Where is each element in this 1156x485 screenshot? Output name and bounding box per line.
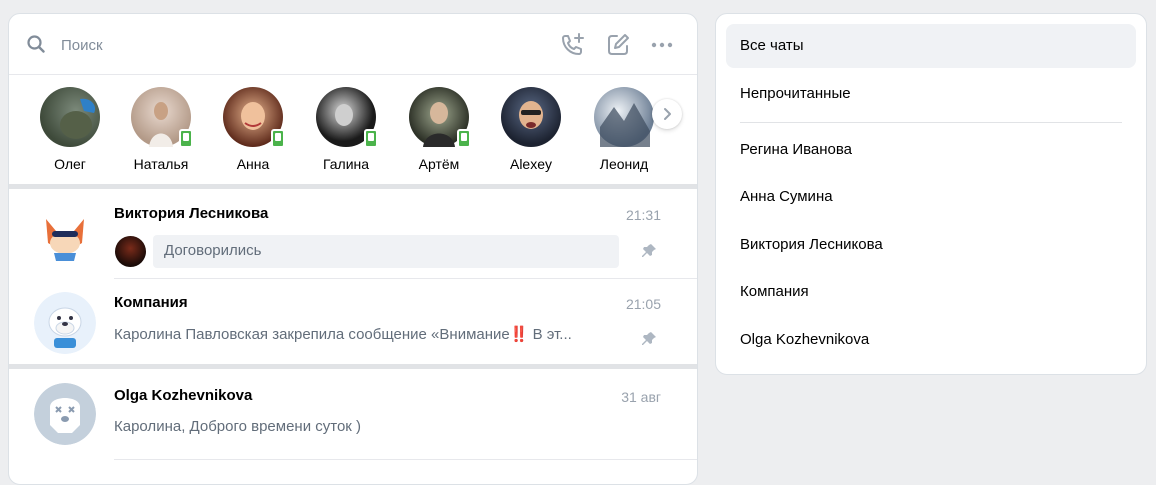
sidebar-item-chat[interactable]: Olga Kozhevnikova bbox=[726, 318, 1136, 362]
sidebar-item-chat[interactable]: Виктория Лесникова bbox=[726, 223, 1136, 267]
online-mobile-badge bbox=[457, 129, 471, 148]
story-name: Артём bbox=[418, 156, 460, 172]
conversation-item[interactable]: Olga Kozhevnikova 31 авг Каролина, Добро… bbox=[9, 369, 697, 464]
stories-row: Олег Наталья Анна Галина Артём Alexey Ле… bbox=[9, 75, 697, 183]
conversation-item[interactable]: Компания 21:05 Каролина Павловская закре… bbox=[9, 279, 697, 362]
conversation-name: Виктория Лесникова bbox=[114, 205, 269, 222]
story-item[interactable]: Анна bbox=[213, 87, 293, 172]
conversation-preview: Договорились bbox=[164, 242, 262, 259]
conversation-preview: Каролина, Доброго времени суток ) bbox=[114, 418, 362, 435]
sender-avatar bbox=[115, 236, 146, 267]
avatar bbox=[316, 87, 378, 148]
story-item[interactable]: Олег bbox=[30, 87, 110, 172]
conversation-preview: Каролина Павловская закрепила сообщение … bbox=[114, 326, 572, 343]
search-icon bbox=[27, 35, 45, 53]
avatar bbox=[34, 292, 96, 354]
avatar bbox=[34, 205, 96, 267]
online-mobile-badge bbox=[179, 129, 193, 148]
conversation-item[interactable]: Виктория Лесникова 21:31 Договорились bbox=[9, 190, 697, 279]
conversation-name: Компания bbox=[114, 294, 188, 311]
avatar bbox=[501, 87, 561, 147]
conversation-name: Olga Kozhevnikova bbox=[114, 387, 253, 404]
online-mobile-badge bbox=[364, 129, 378, 148]
avatar bbox=[223, 87, 285, 148]
story-name: Анна bbox=[236, 156, 270, 172]
chat-list-panel: Олег Наталья Анна bbox=[8, 13, 698, 485]
conversation-divider bbox=[114, 459, 697, 460]
filter-unread[interactable]: Непрочитанные bbox=[726, 72, 1136, 116]
conversation-time: 21:31 bbox=[625, 207, 661, 223]
chat-filter-panel: Все чаты Непрочитанные Регина Иванова Ан… bbox=[715, 13, 1147, 375]
sidebar-item-chat[interactable]: Регина Иванова bbox=[726, 128, 1136, 172]
avatar bbox=[40, 87, 100, 147]
pin-icon bbox=[642, 332, 656, 345]
sidebar-item-chat[interactable]: Компания bbox=[726, 270, 1136, 314]
stories-next-button[interactable] bbox=[652, 99, 682, 129]
more-icon[interactable] bbox=[649, 32, 675, 58]
filter-all-chats[interactable]: Все чаты bbox=[726, 24, 1136, 68]
story-name: Наталья bbox=[133, 156, 189, 172]
story-item[interactable]: Alexey bbox=[491, 87, 571, 172]
sidebar-item-chat[interactable]: Анна Сумина bbox=[726, 175, 1136, 219]
menu-divider bbox=[740, 122, 1122, 123]
story-item[interactable]: Артём bbox=[399, 87, 479, 172]
conversation-time: 21:05 bbox=[625, 296, 661, 312]
phone-plus-icon[interactable] bbox=[559, 32, 585, 58]
search-bar bbox=[9, 14, 697, 75]
avatar bbox=[131, 87, 193, 148]
story-name: Леонид bbox=[599, 156, 649, 172]
conversation-time: 31 авг bbox=[621, 389, 661, 405]
search-input[interactable] bbox=[59, 32, 523, 58]
story-name: Alexey bbox=[509, 156, 553, 172]
compose-icon[interactable] bbox=[605, 32, 631, 58]
story-item[interactable]: Галина bbox=[306, 87, 386, 172]
story-name: Олег bbox=[54, 156, 86, 172]
avatar bbox=[34, 383, 96, 445]
story-name: Галина bbox=[322, 156, 370, 172]
section-separator bbox=[9, 184, 697, 189]
avatar bbox=[594, 87, 654, 147]
avatar bbox=[409, 87, 471, 148]
pin-icon bbox=[642, 244, 656, 257]
chevron-right-icon bbox=[664, 108, 671, 120]
online-mobile-badge bbox=[271, 129, 285, 148]
story-item[interactable]: Наталья bbox=[121, 87, 201, 172]
